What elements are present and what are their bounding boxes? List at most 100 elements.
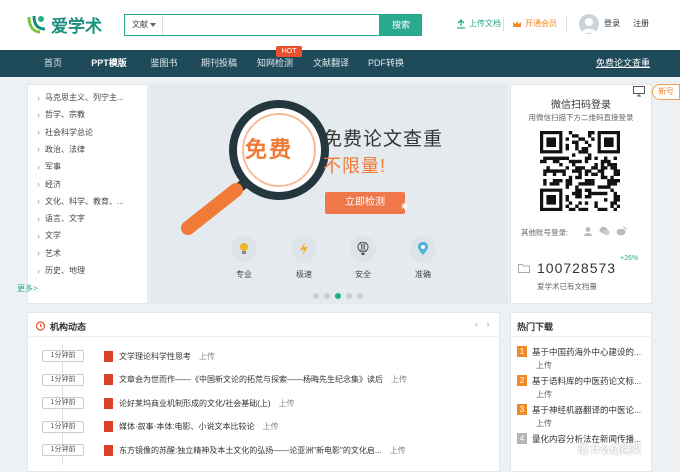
divider bbox=[27, 336, 500, 337]
hot-download-action: 上传 bbox=[536, 390, 552, 399]
category-label: 历史、地理 bbox=[45, 266, 85, 275]
bulb-icon bbox=[231, 236, 257, 262]
hot-download-title[interactable]: 基于语料库的中医药论文标... bbox=[532, 375, 641, 387]
chevron-right-icon: › bbox=[37, 248, 40, 259]
pdf-icon bbox=[104, 397, 113, 409]
action-label: 上传 bbox=[262, 422, 279, 431]
institution-row[interactable]: 1分钟前 媒体·叙事·本体:电影、小说文本比较论 上传 bbox=[42, 420, 279, 434]
hot-download-title[interactable]: 基于神经机器翻译的中医论... bbox=[532, 404, 641, 416]
nav-item-journal[interactable]: 期刊投稿 bbox=[195, 50, 243, 77]
qr-code bbox=[540, 131, 621, 212]
upload-icon bbox=[456, 18, 466, 29]
logo-text: 爱学术 bbox=[51, 16, 102, 36]
hot-badge: HOT bbox=[276, 46, 302, 57]
hot-download-action: 上传 bbox=[536, 419, 552, 428]
category-item[interactable]: › 军事 bbox=[37, 161, 61, 172]
hot-download-action: 上传 bbox=[536, 361, 552, 370]
category-item[interactable]: › 哲学、宗教 bbox=[37, 109, 85, 120]
pdf-icon bbox=[104, 444, 113, 456]
document-title[interactable]: 东方镜像的苏醒:独立精神及本土文化的弘扬——论亚洲"新电影"的文化启... bbox=[119, 445, 382, 456]
time-badge: 1分钟前 bbox=[42, 420, 84, 433]
logo[interactable]: 爱学术 bbox=[26, 12, 102, 36]
carousel-dot[interactable] bbox=[324, 293, 330, 299]
category-label: 政治、法律 bbox=[45, 144, 85, 154]
time-badge: 1分钟前 bbox=[42, 350, 84, 362]
nav-item-pdf[interactable]: PDF转换 bbox=[362, 50, 410, 77]
rank-badge: 3 bbox=[517, 404, 527, 415]
nav-item-ppt[interactable]: PPT模版 bbox=[84, 50, 134, 77]
institution-row[interactable]: 1分钟前 论好莱坞商业机制形成的文化/社会基础(上) 上传 bbox=[42, 396, 295, 410]
document-title[interactable]: 论好莱坞商业机制形成的文化/社会基础(上) bbox=[119, 398, 271, 409]
pager-arrows[interactable]: ‹ › bbox=[475, 319, 493, 329]
hot-downloads-title: 热门下载 bbox=[517, 322, 554, 332]
category-item[interactable]: › 历史、地理 bbox=[37, 265, 85, 276]
avatar[interactable] bbox=[579, 14, 599, 34]
upload-label: 上传文档 bbox=[469, 19, 501, 28]
institution-row[interactable]: 1分钟前 东方镜像的苏醒:独立精神及本土文化的弘扬——论亚洲"新电影"的文化启..… bbox=[42, 443, 406, 457]
category-label: 文学 bbox=[45, 231, 61, 241]
user-icon[interactable] bbox=[583, 226, 593, 238]
nav-item-home[interactable]: 首页 bbox=[33, 50, 73, 77]
category-item[interactable]: › 语言、文字 bbox=[37, 213, 85, 224]
nav-item-books[interactable]: 鉴图书 bbox=[143, 50, 185, 77]
institution-row[interactable]: 1分钟前 文章会为世而作——《中国新文论的拓荒与探索——杨晦先生纪念集》读后 上传 bbox=[42, 373, 407, 387]
category-item[interactable]: › 马克思主义、列宁主... bbox=[37, 92, 124, 103]
lightning-icon bbox=[291, 236, 317, 262]
detect-now-button[interactable]: 立即检测 bbox=[325, 192, 405, 214]
search-box: 文献 bbox=[124, 14, 380, 36]
category-item[interactable]: › 经济 bbox=[37, 179, 61, 190]
search-type-label: 文献 bbox=[132, 20, 148, 29]
upload-link[interactable]: 上传文档 bbox=[456, 18, 501, 29]
category-label: 经济 bbox=[45, 179, 61, 189]
category-item[interactable]: › 艺术 bbox=[37, 248, 61, 259]
divider bbox=[503, 17, 504, 31]
search-input[interactable] bbox=[163, 16, 373, 34]
category-item[interactable]: › 政治、法律 bbox=[37, 144, 85, 155]
vip-link[interactable]: 开通会员 bbox=[512, 18, 557, 29]
weibo-icon[interactable] bbox=[616, 226, 627, 238]
carousel-dot-active[interactable] bbox=[335, 293, 341, 299]
free-check-link[interactable]: 免费论文查重 bbox=[593, 50, 653, 77]
hot-download-title[interactable]: 基于中国药海外中心建设的... bbox=[532, 346, 641, 358]
document-title[interactable]: 媒体·叙事·本体:电影、小说文本比较论 bbox=[119, 421, 255, 432]
category-label: 艺术 bbox=[45, 248, 61, 258]
divider bbox=[566, 17, 567, 31]
feature-label: 准确 bbox=[415, 270, 431, 279]
feature-label: 安全 bbox=[355, 270, 371, 279]
chevron-right-icon: › bbox=[37, 127, 40, 138]
crown-icon bbox=[512, 19, 522, 29]
search-type-select[interactable]: 文献 bbox=[125, 15, 163, 35]
category-label: 马克思主义、列宁主... bbox=[45, 93, 124, 102]
carousel-dot[interactable] bbox=[313, 293, 319, 299]
feature-professional: 专业 bbox=[229, 236, 259, 280]
carousel-dot[interactable] bbox=[357, 293, 363, 299]
document-title[interactable]: 文学理论科学性思考 bbox=[119, 351, 191, 362]
more-categories-link[interactable]: 更多> bbox=[17, 283, 38, 294]
carousel-dots bbox=[313, 293, 363, 299]
register-link[interactable]: 注册 bbox=[633, 18, 649, 29]
category-item[interactable]: › 文学 bbox=[37, 230, 61, 241]
category-label: 军事 bbox=[45, 162, 61, 172]
other-login-icons bbox=[583, 226, 627, 238]
rank-badge: 1 bbox=[517, 346, 527, 357]
login-link[interactable]: 登录 bbox=[604, 18, 620, 29]
watermark: 值 什么值得买 bbox=[578, 445, 641, 456]
carousel-dot[interactable] bbox=[346, 293, 352, 299]
institution-row[interactable]: 1分钟前 文学理论科学性思考 上传 bbox=[42, 349, 215, 363]
category-label: 哲学、宗教 bbox=[45, 110, 85, 120]
feature-label: 专业 bbox=[236, 270, 252, 279]
nav-item-translate[interactable]: 文献翻译 bbox=[307, 50, 355, 77]
action-label: 上传 bbox=[389, 445, 406, 455]
time-badge: 1分钟前 bbox=[42, 444, 84, 456]
chevron-right-icon: › bbox=[37, 196, 40, 207]
wechat-icon[interactable] bbox=[599, 226, 610, 238]
location-pin-icon bbox=[410, 236, 436, 262]
new-account-tag[interactable]: 新号 bbox=[652, 84, 680, 100]
category-item[interactable]: › 社会科学总论 bbox=[37, 127, 93, 138]
search-button[interactable]: 搜索 bbox=[380, 14, 422, 36]
document-title[interactable]: 文章会为世而作——《中国新文论的拓荒与探索——杨晦先生纪念集》读后 bbox=[119, 374, 383, 385]
category-item[interactable]: › 文化、科学、教育、... bbox=[37, 196, 124, 207]
logo-icon bbox=[26, 13, 48, 35]
chevron-right-icon: › bbox=[37, 230, 40, 241]
feature-fast: 极速 bbox=[289, 236, 319, 280]
